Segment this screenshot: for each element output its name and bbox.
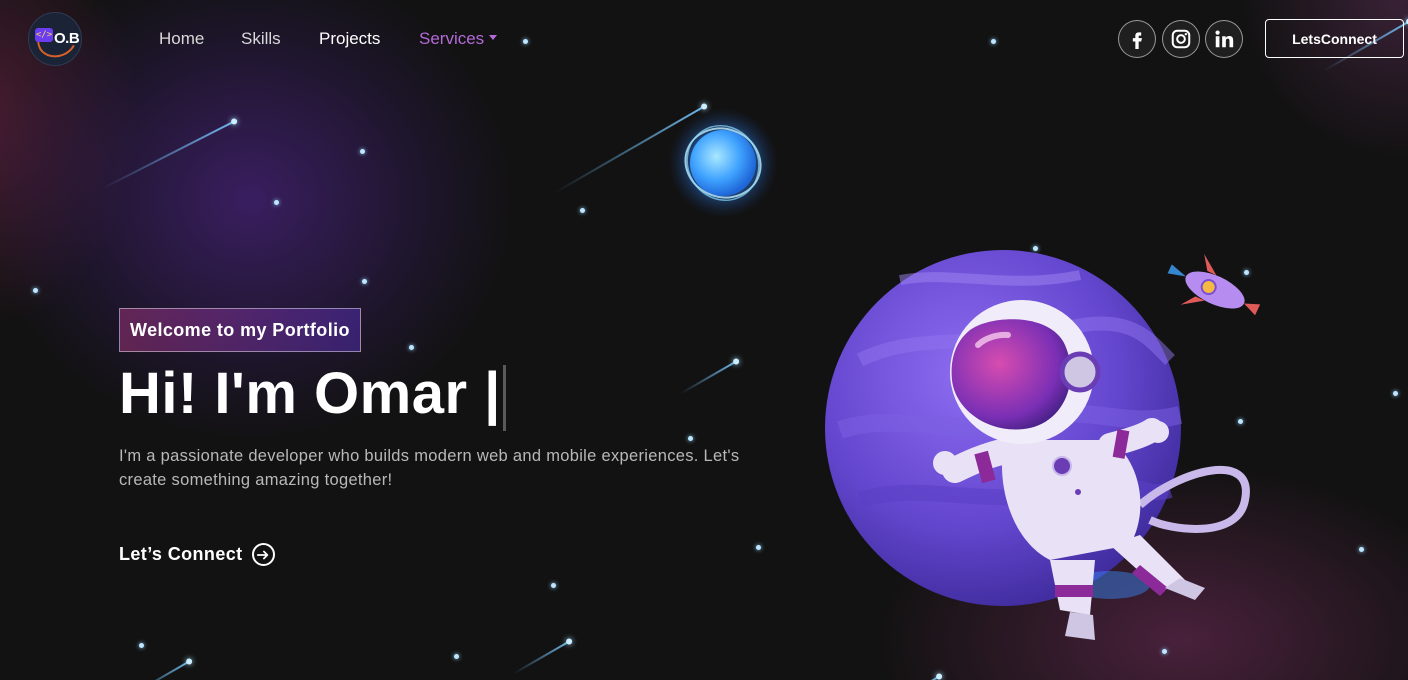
caret-down-icon	[489, 35, 498, 41]
facebook-link[interactable]	[1118, 20, 1156, 58]
instagram-icon	[1171, 29, 1191, 49]
nav-link-services-label: Services	[419, 29, 485, 48]
nav-link-projects[interactable]: Projects	[319, 29, 380, 49]
lets-connect-cta[interactable]: Let’s Connect	[119, 543, 275, 566]
top-navbar: </> O.B Home Skills Projects Services Le…	[0, 0, 1408, 78]
hero-description: I'm a passionate developer who builds mo…	[119, 447, 740, 489]
cta-label: Let’s Connect	[119, 544, 243, 564]
code-icon: </>	[35, 28, 53, 42]
logo-text: O.B	[54, 30, 80, 47]
nav-link-skills[interactable]: Skills	[241, 29, 281, 49]
arrow-right-circle-icon	[251, 543, 275, 566]
linkedin-link[interactable]	[1205, 20, 1243, 58]
brand-logo[interactable]: </> O.B	[28, 12, 82, 66]
hero-headline: Hi! I'm Omar |	[119, 360, 506, 431]
instagram-link[interactable]	[1162, 20, 1200, 58]
facebook-icon	[1132, 32, 1142, 49]
nav-link-home[interactable]: Home	[159, 29, 204, 49]
linkedin-icon	[1215, 30, 1234, 48]
headline-text: Hi! I'm Omar |	[119, 361, 501, 426]
typing-cursor	[502, 364, 506, 431]
lets-connect-nav-button[interactable]: LetsConnect	[1265, 19, 1404, 58]
nav-dropdown-services[interactable]: Services	[419, 29, 498, 49]
welcome-tagline: Welcome to my Portfolio	[119, 308, 361, 352]
